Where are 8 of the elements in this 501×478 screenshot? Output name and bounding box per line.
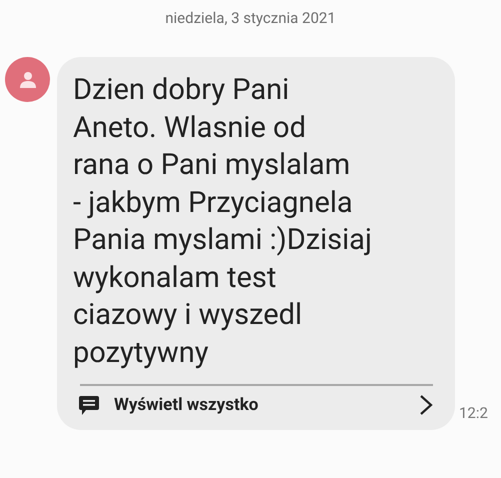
- contact-avatar[interactable]: [5, 57, 50, 102]
- message-text: Dzien dobry Pani Aneto. Wlasnie od rana o Pani myslalam - jakbym Przyciagnela Pania myslami :)Dzisiaj wykonalam test ciazowy i wyszedl pozytywny: [73, 72, 373, 372]
- message-time: 12:2: [459, 404, 488, 422]
- person-icon: [18, 70, 36, 88]
- chevron-right-icon: [419, 394, 433, 416]
- date-header: niedziela, 3 stycznia 2021: [164, 8, 337, 29]
- message-icon: [78, 394, 100, 416]
- view-all-button[interactable]: Wyświetl wszystko: [73, 386, 433, 416]
